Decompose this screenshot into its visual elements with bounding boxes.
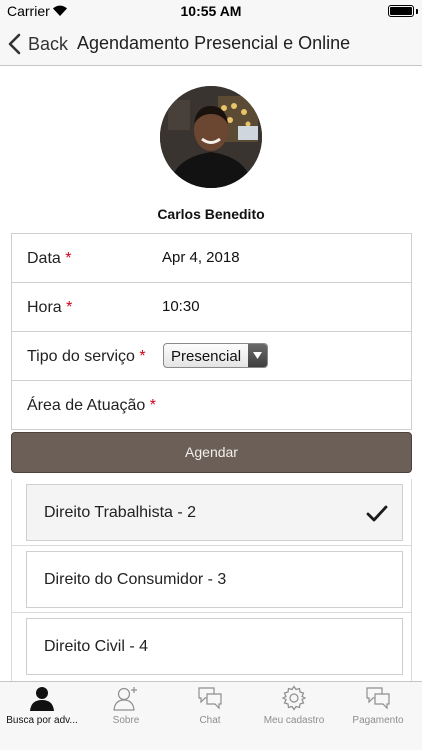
service-type-select[interactable]: Presencial	[163, 343, 268, 368]
tab-label: Meu cadastro	[263, 715, 325, 726]
service-type-row: Tipo do serviço * Presencial	[12, 332, 411, 381]
tab-label: Pagamento	[352, 715, 404, 726]
practice-area-row: Área de Atuação *	[12, 381, 411, 429]
gear-icon	[281, 685, 307, 711]
time-label: Hora *	[27, 299, 73, 316]
payment-chat-icon	[366, 687, 390, 710]
list-divider	[12, 545, 411, 546]
back-label: Back	[28, 33, 69, 54]
required-mark: *	[139, 348, 146, 365]
service-type-label: Tipo do serviço *	[27, 348, 146, 365]
time-row[interactable]: Hora * 10:30	[12, 283, 411, 332]
tab-meu-cadastro[interactable]: Meu cadastro	[252, 682, 336, 732]
triangle-down-icon	[253, 352, 262, 359]
checkmark-icon	[366, 505, 388, 522]
tab-label: Chat	[199, 715, 221, 726]
tab-label: Busca por adv...	[6, 715, 78, 726]
practice-area-label: Área de Atuação *	[27, 397, 156, 414]
tab-bar: Busca por adv... Sobre Chat Meu cadastro	[0, 681, 422, 750]
person-icon	[30, 687, 54, 711]
chevron-left-icon	[8, 33, 21, 55]
practice-area-list: Direito Trabalhista - 2 Direito do Consu…	[11, 479, 412, 681]
list-item-label: Direito Trabalhista - 2	[44, 504, 197, 521]
avatar	[160, 86, 262, 188]
navigation-bar: Back Agendamento Presencial e Online	[0, 22, 422, 66]
page-title: Agendamento Presencial e Online	[77, 33, 351, 53]
list-item[interactable]: Direito Civil - 4	[26, 618, 403, 675]
appointment-form: Data * Apr 4, 2018 Hora * 10:30 Tipo do …	[11, 233, 412, 430]
schedule-button[interactable]: Agendar	[11, 432, 412, 473]
time-field[interactable]: 10:30	[162, 298, 200, 315]
required-mark: *	[66, 299, 73, 316]
chat-icon	[198, 687, 222, 710]
required-mark: *	[149, 397, 156, 414]
profile-name: Carlos Benedito	[157, 206, 265, 222]
status-time: 10:55 AM	[180, 3, 242, 19]
required-mark: *	[65, 250, 72, 267]
tab-busca[interactable]: Busca por adv...	[0, 682, 84, 732]
list-item[interactable]: Direito Trabalhista - 2	[26, 484, 403, 541]
dropdown-arrow	[248, 344, 267, 367]
service-type-value: Presencial	[171, 348, 242, 365]
battery-icon	[388, 5, 414, 17]
tab-label: Sobre	[112, 715, 140, 726]
tab-sobre[interactable]: Sobre	[84, 682, 168, 732]
date-label: Data *	[27, 250, 72, 267]
status-bar: Carrier 10:55 AM	[0, 0, 422, 22]
list-item-label: Direito Civil - 4	[44, 638, 149, 655]
list-divider	[12, 612, 411, 613]
list-item[interactable]: Direito do Consumidor - 3	[26, 551, 403, 608]
tab-chat[interactable]: Chat	[168, 682, 252, 732]
list-item-label: Direito do Consumidor - 3	[44, 571, 227, 588]
person-add-icon	[113, 687, 137, 711]
date-field[interactable]: Apr 4, 2018	[162, 249, 240, 266]
tab-pagamento[interactable]: Pagamento	[336, 682, 420, 732]
date-row[interactable]: Data * Apr 4, 2018	[12, 234, 411, 283]
back-button[interactable]: Back	[6, 31, 68, 57]
